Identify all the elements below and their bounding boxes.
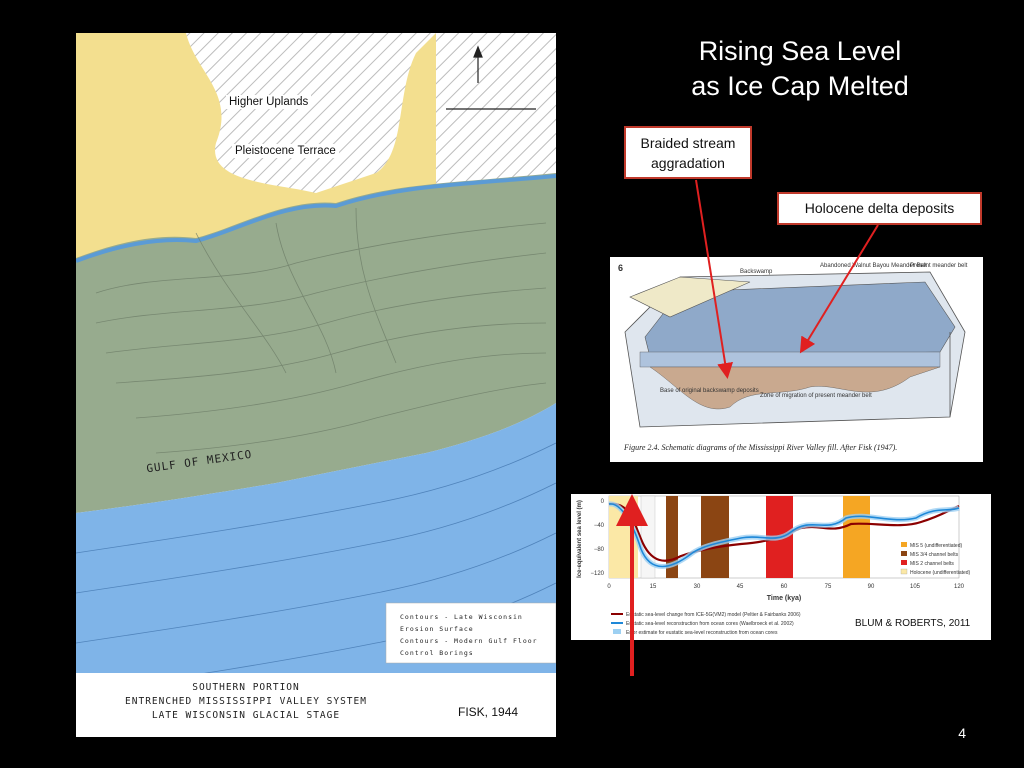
page-number: 4 [958, 725, 966, 741]
arrow-braided-stream [695, 179, 734, 379]
arrows-overlay [616, 179, 879, 676]
arrow-holocene-delta [799, 224, 879, 354]
